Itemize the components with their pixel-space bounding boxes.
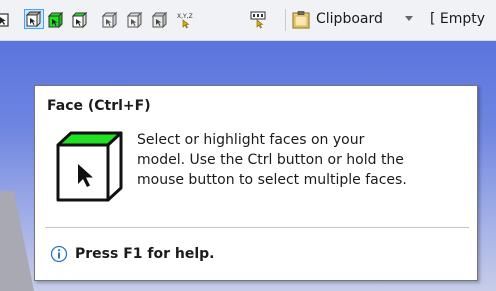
- face-select-icon-large: [56, 131, 123, 202]
- clipboard-dropdown[interactable]: Clipboard: [316, 11, 383, 27]
- graphics-toolbar: X,Y,Z Clipboard [ Empty: [0, 0, 496, 41]
- tooltip-description: Select or highlight faces on your model.…: [137, 130, 473, 190]
- face-highlight-icon: [71, 11, 88, 29]
- body-select-button[interactable]: [47, 11, 65, 29]
- face-tooltip: Face (Ctrl+F) Select or highlight faces …: [34, 85, 478, 281]
- tooltip-divider: [45, 227, 469, 228]
- svg-text:X,Y,Z: X,Y,Z: [177, 13, 193, 20]
- edge-select-icon: [101, 11, 118, 29]
- coordinate-xyz-icon: X,Y,Z: [177, 13, 193, 29]
- tooltip-title: Face (Ctrl+F): [47, 98, 151, 114]
- info-icon: [50, 245, 68, 263]
- vertex-select-icon: [126, 11, 143, 29]
- tooltip-description-line: mouse button to select multiple faces.: [137, 172, 407, 188]
- face-select-button[interactable]: [24, 9, 44, 29]
- coordinate-select-button[interactable]: X,Y,Z: [176, 11, 194, 29]
- element-select-button[interactable]: [151, 11, 169, 29]
- tooltip-help-text: Press F1 for help.: [75, 246, 215, 262]
- clipboard-icon[interactable]: [291, 10, 311, 30]
- vertex-select-button[interactable]: [126, 11, 144, 29]
- id-select-icon: [250, 11, 266, 29]
- tooltip-description-line: Select or highlight faces on your: [137, 132, 365, 148]
- face-green-select-button[interactable]: [71, 11, 89, 29]
- edge-select-button[interactable]: [101, 11, 119, 29]
- id-select-button[interactable]: [249, 11, 267, 29]
- select-mode-icon: [0, 13, 9, 27]
- body-select-icon: [47, 11, 64, 29]
- clipboard-status: [ Empty: [430, 11, 486, 27]
- select-mode-button[interactable]: [0, 11, 12, 29]
- face-select-icon: [25, 10, 42, 28]
- toolbar-separator: [285, 9, 286, 31]
- chevron-down-icon[interactable]: [405, 16, 413, 21]
- tooltip-description-line: model. Use the Ctrl button or hold the: [137, 152, 404, 168]
- element-select-icon: [151, 11, 168, 29]
